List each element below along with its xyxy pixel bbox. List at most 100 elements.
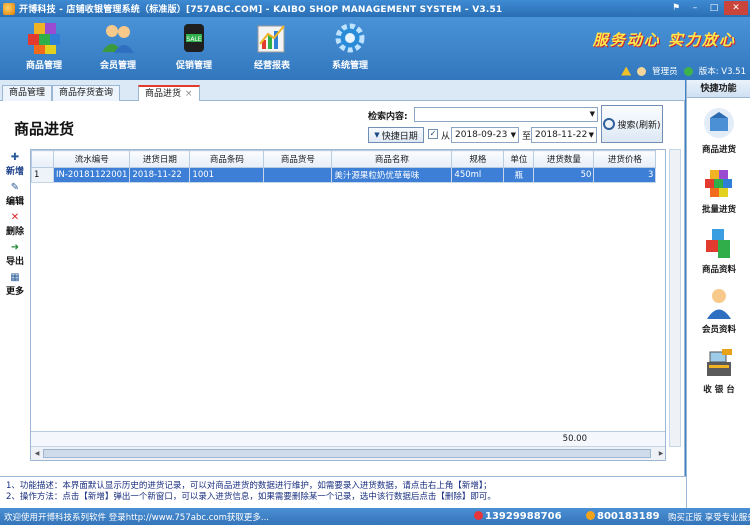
warning-icon[interactable] <box>621 66 632 76</box>
toolbar-label: 系统管理 <box>331 61 368 71</box>
toolbar-product-management[interactable]: 商品管理 <box>12 20 76 76</box>
scroll-right-icon[interactable]: ▶ <box>656 449 665 458</box>
column-header[interactable]: 单位 <box>503 150 535 168</box>
column-header[interactable]: 规格 <box>451 150 505 168</box>
version-label: 版本: V3.51 <box>698 67 746 77</box>
search-icon <box>603 118 616 130</box>
app-logo-icon <box>3 2 15 15</box>
table-cell[interactable]: 瓶 <box>503 167 535 183</box>
table-cell[interactable]: 50 <box>533 167 595 183</box>
side-actions: ✚ 新增 ✎ 编辑 ✕ 删除 ➜ 导出 ▦ 更多 <box>3 152 27 302</box>
tab-purchase[interactable]: 商品进货 × <box>138 85 200 101</box>
date-from-picker[interactable]: 2018-09-23 ▼ <box>451 127 519 143</box>
qq-icon <box>586 511 595 520</box>
row-number-header <box>31 150 54 168</box>
main-content: 商品进货 检索内容: ▼ ▼ 快捷日期 ✓ 从 2018-09-23 ▼ 至 2… <box>0 101 685 476</box>
cashier-icon <box>702 346 736 380</box>
toolbar-label: 会员管理 <box>99 61 136 71</box>
toolbar-promotion-management[interactable]: SALE 促销管理 <box>162 20 226 76</box>
tab-inventory-query[interactable]: 商品存货查询 <box>52 85 121 101</box>
quick-cashier[interactable]: 收 银 台 <box>687 342 750 402</box>
export-button[interactable]: ➜ 导出 <box>3 242 27 272</box>
quick-functions-panel: 快捷功能 商品进货 批量进货 商品资料 会员资料 收 银 台 <box>686 80 750 508</box>
quick-purchase[interactable]: 商品进货 <box>687 102 750 162</box>
horizontal-scrollbar[interactable]: ◀ ▶ <box>31 446 665 460</box>
quick-batch-purchase[interactable]: 批量进货 <box>687 162 750 222</box>
product-info-icon <box>702 226 736 260</box>
date-to-picker[interactable]: 2018-11-22 ▼ <box>531 127 597 143</box>
minimize-button[interactable]: – <box>686 1 704 15</box>
table-cell[interactable]: 450ml <box>451 167 505 183</box>
quick-date-button[interactable]: ▼ 快捷日期 <box>368 127 424 143</box>
skin-icon[interactable]: ⚑ <box>667 1 685 15</box>
quick-item-label: 批量进货 <box>701 205 736 215</box>
search-refresh-button[interactable]: 搜索(刷新) <box>601 105 663 143</box>
search-input[interactable]: ▼ <box>414 107 598 122</box>
slogan: 服务动心 实力放心 <box>592 31 736 49</box>
column-header[interactable]: 商品名称 <box>331 150 453 168</box>
table-row[interactable]: 1 IN-20181122001 2018-11-22 1001 美汁源果粒奶优… <box>31 167 657 183</box>
table-cell[interactable]: 美汁源果粒奶优草莓味 <box>331 167 453 183</box>
chevron-down-icon[interactable]: ▼ <box>511 128 516 142</box>
table-cell[interactable]: IN-20181122001 <box>52 167 131 183</box>
main-toolbar: 商品管理 会员管理 SALE 促销管理 经营报表 系统管理 服务动心 实力放心 … <box>0 17 750 80</box>
table-cell[interactable]: 3 <box>593 167 657 183</box>
toolbar-status: 管理员 版本: V3.51 <box>621 65 746 77</box>
toolbar-label: 经营报表 <box>253 61 290 71</box>
table-cell[interactable]: 1001 <box>189 167 265 183</box>
quick-member-info[interactable]: 会员资料 <box>687 282 750 342</box>
date-from-value: 2018-09-23 <box>455 130 508 140</box>
tab-close-icon[interactable]: × <box>185 89 193 99</box>
welcome-text: 欢迎使用开博科技系列软件 登录http://www.757abc.com获取更多… <box>4 512 269 523</box>
vertical-scrollbar[interactable] <box>669 149 681 447</box>
column-header[interactable]: 商品条码 <box>189 150 265 168</box>
chevron-down-icon: ▼ <box>374 131 380 139</box>
date-filter-checkbox[interactable]: ✓ <box>428 129 438 139</box>
column-header[interactable]: 进货日期 <box>129 150 191 168</box>
purchase-table: 流水编号 进货日期 商品条码 商品货号 商品名称 规格 单位 进货数量 进货价格… <box>30 149 666 461</box>
phone-icon <box>474 511 483 520</box>
toolbar-member-management[interactable]: 会员管理 <box>86 20 150 76</box>
maximize-button[interactable]: □ <box>705 1 723 15</box>
table-cell[interactable]: 2018-11-22 <box>129 167 191 183</box>
column-header[interactable]: 进货价格 <box>593 150 657 168</box>
toolbar-label: 促销管理 <box>175 61 212 71</box>
member-info-icon <box>702 286 736 320</box>
window-controls: ⚑ – □ ✕ <box>667 1 748 15</box>
chevron-down-icon[interactable]: ▼ <box>589 128 594 142</box>
tab-product-management[interactable]: 商品管理 <box>2 85 53 101</box>
title-bar: 开博科技 - 店铺收银管理系统（标准版）[757ABC.COM] - KAIBO… <box>0 0 750 17</box>
edit-icon: ✎ <box>10 182 20 193</box>
chevron-down-icon[interactable]: ▼ <box>590 110 595 118</box>
delete-button[interactable]: ✕ 删除 <box>3 212 27 242</box>
column-header[interactable]: 商品货号 <box>263 150 333 168</box>
svg-text:SALE: SALE <box>186 36 201 43</box>
table-cell[interactable] <box>263 167 333 183</box>
cubes-icon <box>26 20 62 56</box>
buy-link[interactable]: 购买正版 享受专业服务 <box>668 511 750 523</box>
quick-date-label: 快捷日期 <box>381 131 418 142</box>
add-button[interactable]: ✚ 新增 <box>3 152 27 182</box>
toolbar-business-reports[interactable]: 经营报表 <box>240 20 304 76</box>
quick-product-info[interactable]: 商品资料 <box>687 222 750 282</box>
quick-item-label: 商品进货 <box>701 145 736 155</box>
scroll-left-icon[interactable]: ◀ <box>32 449 42 458</box>
members-icon <box>100 20 136 56</box>
close-button[interactable]: ✕ <box>724 1 748 15</box>
delete-icon: ✕ <box>10 212 20 223</box>
from-label: 从 <box>441 132 451 142</box>
more-button[interactable]: ▦ 更多 <box>3 272 27 302</box>
edit-button[interactable]: ✎ 编辑 <box>3 182 27 212</box>
quick-item-label: 商品资料 <box>701 265 736 275</box>
phone-number: 13929988706 <box>474 511 562 522</box>
user-icon <box>637 66 647 76</box>
quick-item-label: 收 银 台 <box>703 385 735 395</box>
column-header[interactable]: 流水编号 <box>52 150 131 168</box>
action-label: 编辑 <box>5 197 24 207</box>
page-title: 商品进货 <box>14 120 75 138</box>
toolbar-system-management[interactable]: 系统管理 <box>318 20 382 76</box>
search-button-label: 搜索(刷新) <box>617 120 661 131</box>
scrollbar-thumb[interactable] <box>43 449 651 458</box>
column-header[interactable]: 进货数量 <box>533 150 595 168</box>
version-icon <box>683 66 693 76</box>
